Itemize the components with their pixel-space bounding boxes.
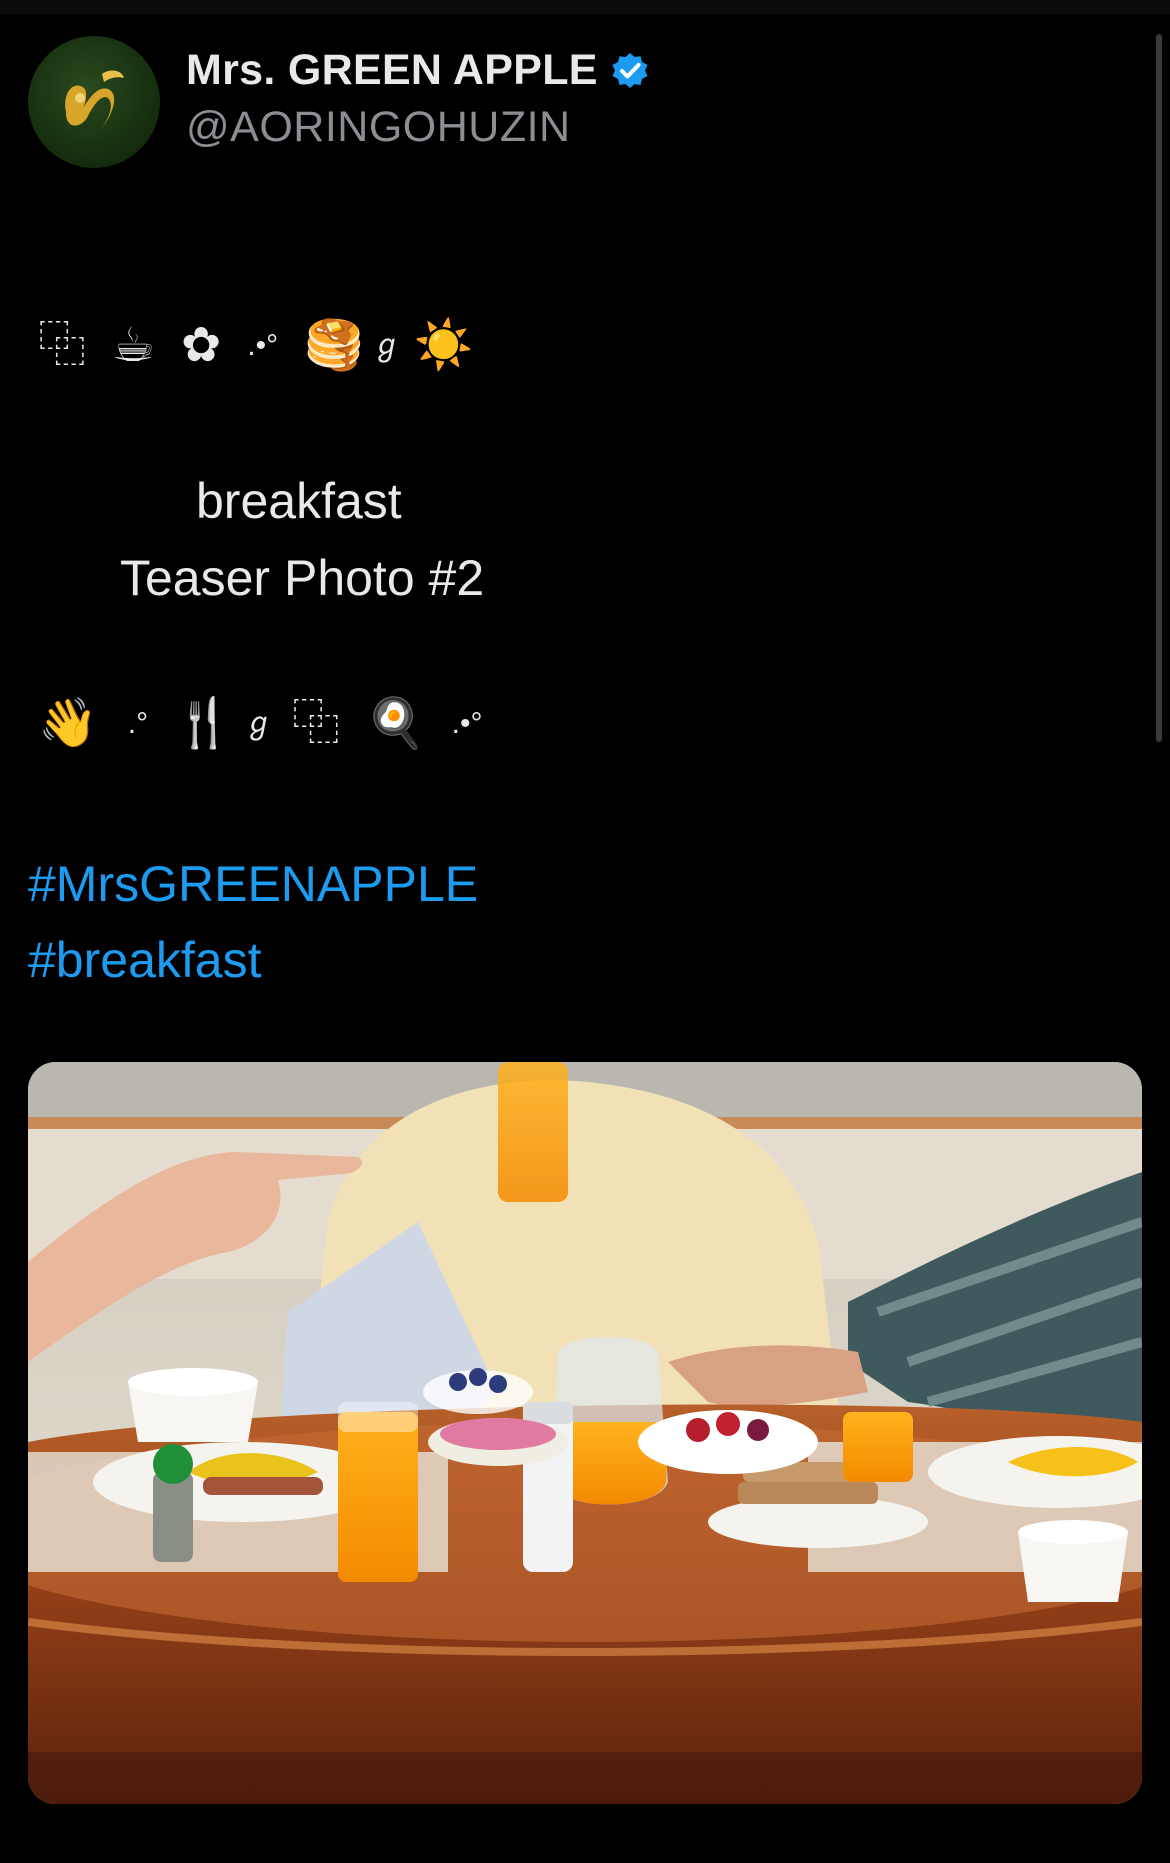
- waving-hand-icon: 👋: [38, 697, 98, 750]
- emoji-row-2: 👋 .° 🍴 ℊ ⿻ 🍳 .•°: [38, 700, 509, 748]
- user-handle[interactable]: @AORINGOHUZIN: [186, 103, 650, 152]
- avatar[interactable]: [28, 36, 160, 168]
- overlap-squares-icon: ⿻: [291, 697, 340, 750]
- hashtag-breakfast[interactable]: #breakfast: [28, 931, 261, 989]
- dots-decoration: .°: [127, 707, 149, 740]
- name-block: Mrs. GREEN APPLE @AORINGOHUZIN: [186, 46, 650, 152]
- coffee-icon: ☕: [112, 319, 156, 372]
- title-line-1: breakfast: [196, 473, 402, 529]
- frying-pan-egg-icon: 🍳: [365, 697, 426, 750]
- dots-decoration: .•°: [247, 329, 279, 362]
- overlap-squares-icon: ⿻: [38, 319, 87, 372]
- display-name[interactable]: Mrs. GREEN APPLE: [186, 46, 598, 95]
- scrollbar[interactable]: [1156, 34, 1162, 742]
- dots-decoration: .•°: [451, 707, 483, 740]
- tweet-header: Mrs. GREEN APPLE @AORINGOHUZIN: [28, 36, 650, 168]
- fork-knife-icon: 🍴: [174, 697, 234, 750]
- display-name-row: Mrs. GREEN APPLE: [186, 46, 650, 95]
- emoji-row-1: ⿻ ☕ ✿ .•° 🥞 ℊ ☀️: [38, 322, 500, 370]
- title-line-2: Teaser Photo #2: [120, 550, 485, 606]
- green-apple-logo-icon: [65, 70, 124, 128]
- swirl-decoration: ℊ: [371, 329, 402, 362]
- status-strip: [0, 0, 1170, 14]
- pancakes-icon: 🥞: [304, 319, 364, 372]
- swirl-decoration: ℊ: [243, 707, 274, 740]
- verified-badge-icon: [612, 52, 648, 88]
- flower-icon: ✿: [181, 319, 222, 372]
- breakfast-table-photo: [28, 1062, 1142, 1804]
- tweet-media-photo[interactable]: [28, 1062, 1142, 1804]
- sun-icon: ☀️: [413, 319, 474, 372]
- hashtag-mrsgreenapple[interactable]: #MrsGREENAPPLE: [28, 855, 478, 913]
